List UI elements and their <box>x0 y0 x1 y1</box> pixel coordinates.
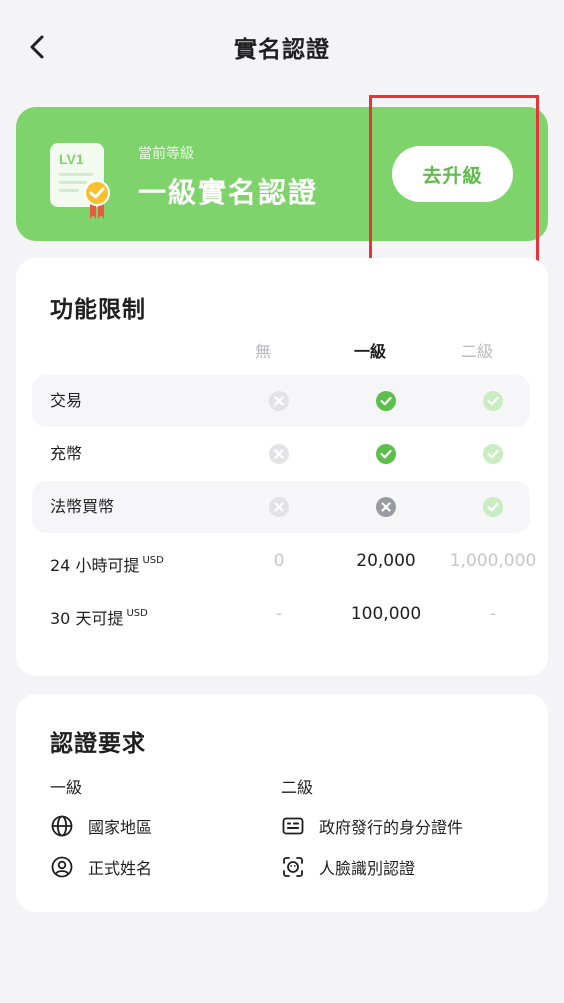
level-certificate-icon: LV1 <box>50 143 110 219</box>
requirement-legal-name: 正式姓名 <box>50 853 152 881</box>
upgrade-button[interactable]: 去升級 <box>392 146 513 202</box>
level-name: 一級實名認證 <box>138 176 319 209</box>
limit-row-trade: 交易 <box>32 375 530 427</box>
check-icon <box>483 444 503 464</box>
row-label: 30 天可提 USD <box>50 588 148 640</box>
row-label-text: 30 天可提 <box>50 609 124 628</box>
requirement-government-id: 政府發行的身分證件 <box>281 812 463 840</box>
limits-title: 功能限制 <box>50 297 146 323</box>
page-title: 實名認證 <box>234 37 330 63</box>
row-label-text: 24 小時可提 <box>50 556 140 575</box>
cross-icon <box>269 391 289 411</box>
check-icon <box>483 391 503 411</box>
top-bar: 實名認證 <box>0 0 564 92</box>
column-level-1: 一級 <box>353 342 386 361</box>
level-caption: 當前等級 <box>138 146 194 162</box>
requirement-label: 政府發行的身分證件 <box>319 818 464 837</box>
column-none: 無 <box>254 342 271 361</box>
globe-icon <box>51 815 73 837</box>
row-label: 交易 <box>50 391 83 410</box>
requirement-face-recognition: 人臉識別認證 <box>281 853 415 881</box>
column-level-2: 二級 <box>460 342 493 361</box>
limit-row-30d-withdraw: 30 天可提 USD - 100,000 - <box>32 588 530 640</box>
requirements-level-2-heading: 二級 <box>281 778 314 797</box>
currency-unit: USD <box>126 608 148 619</box>
requirement-country: 國家地區 <box>50 812 152 840</box>
row-label: 法幣買幣 <box>50 497 115 516</box>
cross-icon <box>376 497 396 517</box>
row-label: 24 小時可提 USD <box>50 535 164 587</box>
value-none: - <box>275 604 283 624</box>
currency-unit: USD <box>142 555 164 566</box>
check-icon <box>376 444 396 464</box>
requirement-label: 國家地區 <box>88 818 153 837</box>
row-label: 充幣 <box>50 444 83 463</box>
level-badge-text: LV1 <box>59 151 84 167</box>
face-scan-icon <box>283 857 303 877</box>
check-icon <box>376 391 396 411</box>
requirements-card: 認證要求 一級 二級 國家地區 正式姓名 政府發行的身分證件 人臉識別認證 <box>16 694 548 912</box>
limit-row-deposit: 充幣 <box>32 428 530 480</box>
requirement-label: 人臉識別認證 <box>319 859 416 878</box>
value-level-2: 1,000,000 <box>449 551 537 571</box>
limit-row-24h-withdraw: 24 小時可提 USD 0 20,000 1,000,000 <box>32 535 536 587</box>
cross-icon <box>269 497 289 517</box>
user-circle-icon <box>51 856 73 878</box>
requirements-level-1-heading: 一級 <box>50 778 83 797</box>
value-level-1: 20,000 <box>356 551 416 571</box>
requirement-label: 正式姓名 <box>88 859 153 878</box>
limit-row-fiat-buy: 法幣買幣 <box>32 481 530 533</box>
current-level-card: LV1 當前等級 一級實名認證 去升級 <box>16 107 548 241</box>
cross-icon <box>269 444 289 464</box>
check-icon <box>483 497 503 517</box>
value-none: 0 <box>273 551 285 571</box>
value-level-2: - <box>489 604 497 624</box>
function-limits-card: 功能限制 無 一級 二級 交易 充幣 法幣買幣 24 小時可提 USD 0 20… <box>16 258 548 676</box>
requirements-title: 認證要求 <box>50 731 146 757</box>
id-card-icon <box>282 817 304 835</box>
value-level-1: 100,000 <box>350 604 422 624</box>
